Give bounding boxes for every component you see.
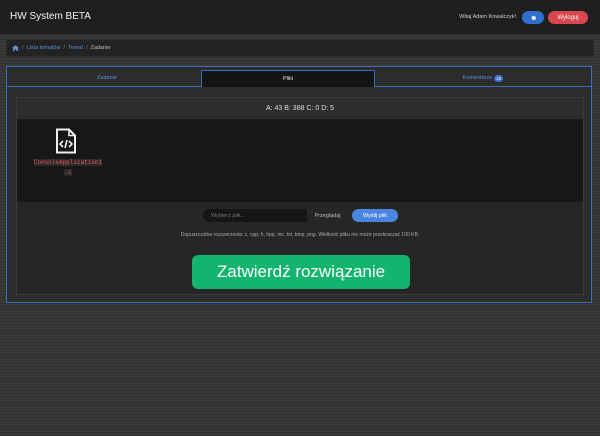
tab-files[interactable]: Pliki [201,70,375,87]
breadcrumb-current: Zadanie [90,45,111,51]
breadcrumb-separator: / [22,45,24,51]
tab-bar: Zadanie Pliki Komentarze 22 [7,70,591,87]
breadcrumb-separator: / [63,45,65,51]
file-input-placeholder: Wybierz plik... [211,213,246,219]
settings-button[interactable] [522,11,544,24]
files-list: ConsoleApplication1 .c [17,120,583,202]
file-name-line1: ConsoleApplication1 [33,159,103,166]
comments-count-badge: 22 [494,74,504,82]
file-item[interactable]: ConsoleApplication1 .c [29,128,107,188]
welcome-text: Witaj Adam Kowalczyk! [459,14,516,20]
breadcrumb: / Lista tematów / Temat / Zadanie [6,39,594,57]
logout-button[interactable]: Wyloguj [548,11,588,24]
browse-button[interactable]: Przeglądaj [307,209,348,222]
file-input[interactable]: Wybierz plik... Przeglądaj [203,209,348,222]
gear-icon [530,15,536,21]
submit-solution-button[interactable]: Zatwierdź rozwiązanie [192,255,410,289]
breadcrumb-home[interactable] [12,45,19,51]
tab-task[interactable]: Zadanie [13,70,201,86]
code-file-icon [56,128,76,154]
tab-label: Zadanie [97,75,117,81]
home-icon [12,45,19,51]
app-brand[interactable]: HW System BETA [10,11,91,22]
breadcrumb-separator: / [85,45,88,51]
task-panel: Zadanie Pliki Komentarze 22 A: 43 B: 388… [6,66,592,303]
files-tab-content: A: 43 B: 388 C: 0 D: 5 ConsoleApplicatio… [16,97,584,295]
tab-label: Komentarze [462,75,493,81]
file-name-line2: .c [64,169,72,176]
allowed-extensions-note: Dopuszczalne rozszerzenia: c, cpp, h, hp… [180,232,420,238]
tab-comments[interactable]: Komentarze 22 [381,70,585,86]
upload-file-button[interactable]: Wyślij plik [352,209,398,222]
breadcrumb-topic[interactable]: Temat [68,45,83,51]
breadcrumb-topic-list[interactable]: Lista tematów [27,45,61,51]
top-navbar: HW System BETA Witaj Adam Kowalczyk! Wyl… [0,0,600,35]
file-name[interactable]: ConsoleApplication1 .c [29,158,107,178]
stats-header: A: 43 B: 388 C: 0 D: 5 [17,98,583,120]
tab-label: Pliki [282,76,294,82]
